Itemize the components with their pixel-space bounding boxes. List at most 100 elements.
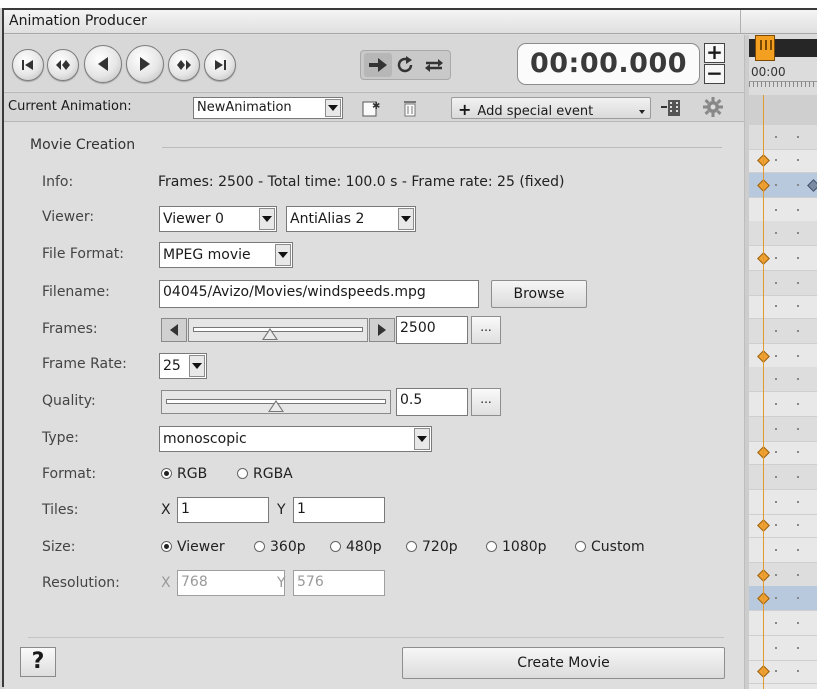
browse-button[interactable]: Browse (491, 280, 587, 308)
time-decrement-button[interactable]: − (704, 63, 725, 84)
filename-input[interactable]: 04045/Avizo/Movies/windspeeds.mpg (159, 280, 479, 308)
play-backward-button[interactable] (84, 45, 122, 83)
timeline-track-row[interactable] (749, 392, 817, 417)
frames-input[interactable]: 2500 (396, 316, 468, 344)
go-to-end-button[interactable] (204, 49, 236, 81)
size-480p-radio[interactable]: 480p (330, 539, 382, 555)
chevron-down-icon (189, 355, 205, 377)
play-forward-button[interactable] (126, 45, 164, 83)
tiles-x-input[interactable]: 1 (177, 497, 269, 523)
size-360p-radio[interactable]: 360p (254, 539, 306, 555)
frames-increment-button[interactable] (369, 318, 395, 342)
next-keyframe-button[interactable] (168, 49, 200, 81)
format-rgb-radio[interactable]: RGB (161, 466, 207, 482)
plus-icon: + (458, 100, 472, 119)
next-key-icon (177, 60, 191, 70)
size-720p-label: 720p (422, 539, 458, 555)
timeline-track-row[interactable] (749, 465, 817, 490)
timeline-track-row[interactable] (749, 221, 817, 246)
tiles-y-input[interactable]: 1 (293, 497, 385, 523)
radio-empty-icon (254, 541, 265, 552)
size-1080p-label: 1080p (502, 539, 547, 555)
play-once-mode-button[interactable] (364, 53, 392, 77)
quality-slider-thumb[interactable] (268, 400, 284, 412)
arrow-right-icon (369, 58, 387, 72)
track-dot (775, 305, 777, 307)
viewer-select[interactable]: Viewer 0 (159, 206, 277, 232)
antialias-select[interactable]: AntiAlias 2 (286, 206, 416, 232)
size-custom-radio[interactable]: Custom (575, 539, 645, 555)
frames-more-button[interactable]: ... (471, 316, 501, 344)
keyframe-diamond[interactable] (807, 179, 817, 192)
track-dot (775, 159, 777, 161)
frames-decrement-button[interactable] (161, 318, 187, 342)
radio-empty-icon (486, 541, 497, 552)
radio-empty-icon (237, 468, 248, 479)
time-cursor-handle[interactable] (755, 35, 775, 61)
timeline-track-row[interactable] (749, 417, 817, 442)
resolution-x-input[interactable]: 768 (177, 570, 285, 596)
timeline-track-row[interactable] (749, 125, 817, 150)
swing-mode-button[interactable] (420, 53, 448, 77)
resolution-y-input[interactable]: 576 (293, 570, 385, 596)
frames-slider-thumb[interactable] (262, 328, 279, 340)
size-720p-radio[interactable]: 720p (406, 539, 458, 555)
track-dot (775, 647, 777, 649)
frame-rate-select[interactable]: 25 (159, 353, 207, 379)
timeline-track-row[interactable] (749, 636, 817, 661)
timeline-track-row[interactable] (749, 611, 817, 636)
loop-mode-button[interactable] (392, 53, 420, 77)
swing-icon (425, 59, 443, 72)
current-time-display[interactable]: 00:00.000 (517, 43, 700, 85)
delete-animation-icon[interactable] (402, 98, 418, 122)
animation-producer-window: Animation Producer 00:00.000 + − Current… (2, 8, 817, 689)
create-movie-button[interactable]: Create Movie (402, 647, 725, 679)
timeline-track-row[interactable] (749, 586, 817, 611)
timeline-track-row[interactable] (749, 344, 817, 369)
radio-empty-icon (406, 541, 417, 552)
timeline-track-row[interactable] (749, 490, 817, 515)
gear-icon[interactable] (702, 96, 724, 122)
timeline-track-row[interactable] (749, 246, 817, 271)
timeline-band (749, 95, 817, 125)
type-select[interactable]: monoscopic (159, 426, 432, 452)
timeline-track-row[interactable] (749, 319, 817, 344)
timeline-track-row[interactable] (749, 367, 817, 392)
go-to-start-button[interactable] (12, 49, 44, 81)
timeline-track-row[interactable] (749, 659, 817, 684)
previous-keyframe-button[interactable] (47, 49, 79, 81)
timeline-track-row[interactable] (749, 173, 817, 198)
track-dot (797, 257, 799, 259)
size-viewer-radio[interactable]: Viewer (161, 539, 225, 555)
time-cursor-line (763, 95, 764, 689)
timeline-track-row[interactable] (749, 148, 817, 173)
timeline-track-row[interactable] (749, 538, 817, 563)
new-animation-icon[interactable]: ✱ (362, 98, 380, 122)
quality-more-button[interactable]: ... (471, 388, 501, 416)
help-button[interactable]: ? (20, 647, 56, 677)
timeline-track-row[interactable] (749, 440, 817, 465)
file-format-select[interactable]: MPEG movie (159, 242, 293, 268)
track-dot (797, 305, 799, 307)
film-strip-icon[interactable] (660, 98, 684, 122)
file-format-value: MPEG movie (163, 247, 251, 263)
timeline-track-row[interactable] (749, 271, 817, 296)
timeline-track-row[interactable] (749, 563, 817, 588)
arrow-left-icon (170, 324, 178, 336)
time-increment-button[interactable]: + (704, 42, 725, 63)
current-animation-select[interactable]: NewAnimation (193, 97, 343, 119)
timeline-track-row[interactable] (749, 198, 817, 223)
track-dot (775, 597, 777, 599)
add-special-event-button[interactable]: + Add special event (451, 97, 651, 119)
radio-empty-icon (575, 541, 586, 552)
timeline-track-row[interactable] (749, 513, 817, 538)
quality-slider[interactable] (161, 390, 391, 414)
window-titlebar[interactable]: Animation Producer (4, 10, 817, 34)
timeline-track-row[interactable] (749, 294, 817, 319)
size-1080p-radio[interactable]: 1080p (486, 539, 547, 555)
quality-input[interactable]: 0.5 (396, 388, 468, 416)
track-dot (797, 209, 799, 211)
format-rgba-radio[interactable]: RGBA (237, 466, 293, 482)
frames-slider[interactable] (188, 318, 368, 342)
chevron-down-icon (275, 244, 291, 266)
